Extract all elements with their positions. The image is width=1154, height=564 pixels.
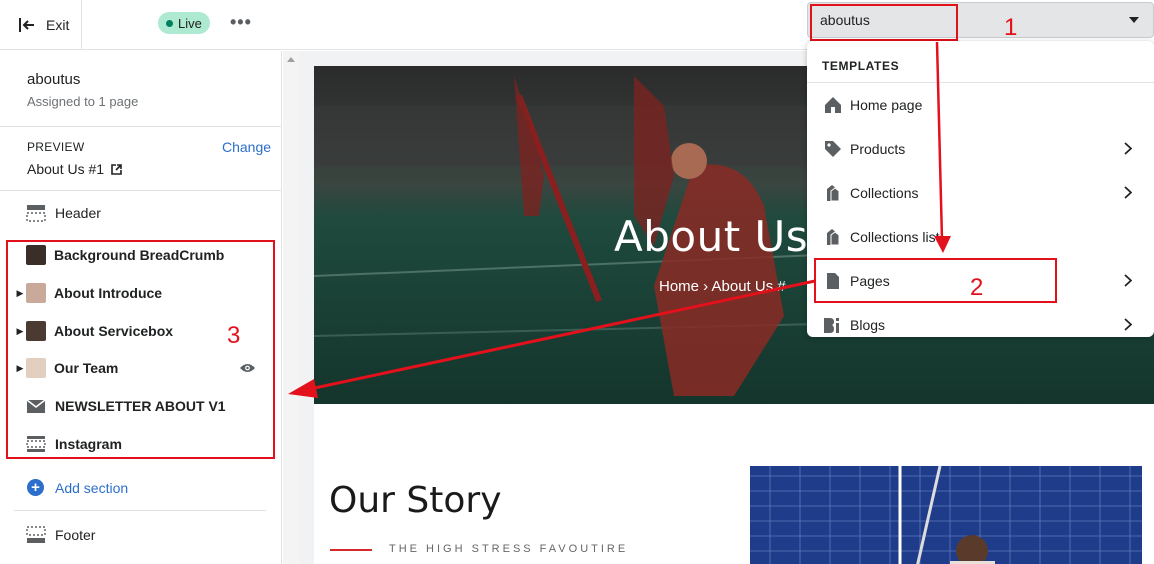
menu-item-products[interactable]: Products [807,127,1154,171]
story-image [750,466,1142,564]
menu-item-collections-list[interactable]: Collections list [807,215,1154,259]
chevron-right-icon [1124,318,1132,331]
preview-label: PREVIEW [27,140,85,154]
collections-icon [823,183,843,203]
add-section-button[interactable]: + Add section [27,479,128,496]
preview-page-link[interactable]: About Us #1 [27,161,122,177]
divider [14,510,266,511]
annotation-box-pages [814,258,1057,303]
story-title: Our Story [329,480,502,521]
header-section-item[interactable]: Header [14,196,276,230]
annotation-box-select [810,4,958,41]
divider [0,190,282,191]
external-link-icon [111,163,122,175]
template-assignment: Assigned to 1 page [27,94,139,109]
header-label: Header [55,205,101,221]
chevron-down-icon [1129,17,1139,23]
story-subtitle: THE HIGH STRESS FAVOUTIRE [389,543,629,555]
menu-item-label: Collections [850,185,919,201]
menu-item-label: Blogs [850,317,886,333]
more-actions-button[interactable]: ••• [230,13,252,31]
scrollbar[interactable] [283,51,299,564]
home-icon [823,95,843,115]
menu-item-blogs[interactable]: Blogs [807,303,1154,337]
our-story-section: Our Story THE HIGH STRESS FAVOUTIRE [314,404,1154,564]
menu-header: TEMPLATES [822,59,900,73]
menu-item-collections[interactable]: Collections [807,171,1154,215]
menu-item-home-page[interactable]: Home page [807,83,1154,127]
blog-icon [823,315,843,335]
menu-item-label: Collections list [850,229,940,245]
theme-editor: Exit Live ••• aboutus Assigned to 1 page… [0,0,1154,564]
hero-title: About Us [614,212,809,261]
menu-item-label: Home page [850,97,923,113]
template-name: aboutus [27,71,81,88]
live-badge-label: Live [178,15,202,31]
chevron-right-icon [1124,186,1132,199]
exit-label: Exit [46,17,70,33]
accent-line [330,549,372,551]
footer-label: Footer [55,527,96,543]
footer-layout-icon [26,526,46,543]
header-layout-icon [26,205,46,222]
exit-icon [19,18,34,32]
scroll-up-icon[interactable] [287,57,295,62]
hero-breadcrumb: Home › About Us # [659,278,786,295]
divider [0,126,282,127]
chevron-right-icon [1124,142,1132,155]
tag-icon [823,139,843,159]
chevron-right-icon [1124,274,1132,287]
live-status-badge: Live [158,12,210,34]
preview-page-label: About Us #1 [27,161,105,177]
collections-icon [823,227,843,247]
exit-button[interactable]: Exit [0,0,82,50]
annotation-number-1: 1 [1004,14,1018,41]
annotation-number-2: 2 [970,274,984,301]
tennis-court-photo [750,466,1142,564]
annotation-number-3: 3 [227,322,241,349]
live-dot-icon [166,19,173,27]
change-preview-link[interactable]: Change [222,139,271,155]
plus-circle-icon: + [27,479,44,496]
footer-section-item[interactable]: Footer [14,518,276,552]
menu-item-label: Products [850,141,906,157]
add-section-label: Add section [55,479,129,496]
